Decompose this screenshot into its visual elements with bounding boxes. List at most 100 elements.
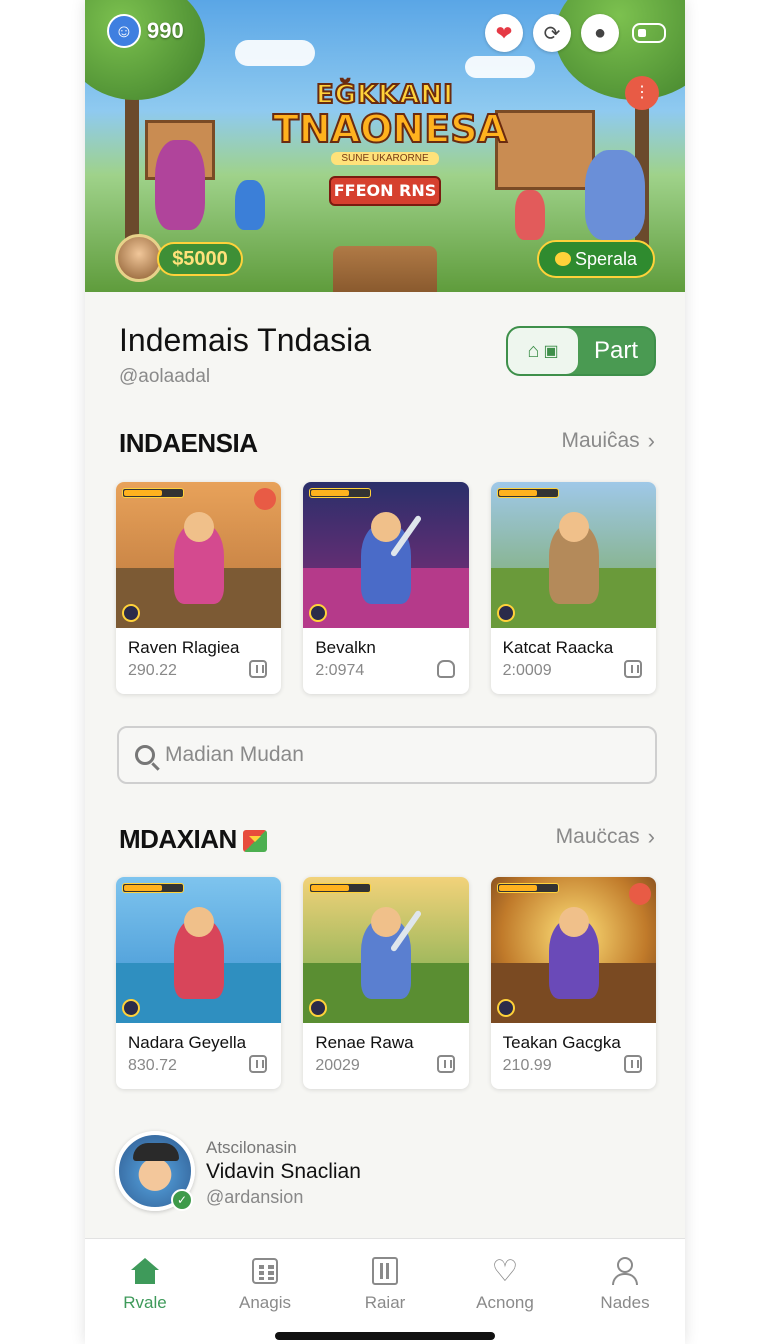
nav-item-home[interactable]: Rvale xyxy=(85,1239,205,1344)
game-card[interactable]: Renae Rawa 20029 xyxy=(303,877,469,1089)
chevron-right-icon: › xyxy=(647,824,655,849)
top-actions: ❤ ⟳ ● xyxy=(485,14,669,52)
card-meta: 2:0009 xyxy=(502,662,552,679)
cart-icon[interactable] xyxy=(436,660,455,678)
goblin-character xyxy=(235,180,265,230)
special-pill-label: Sperala xyxy=(574,248,638,269)
nav-label: Raiar xyxy=(364,1293,406,1312)
coin-icon xyxy=(554,252,571,266)
nav-label: Acnong xyxy=(476,1293,534,1312)
genie-character xyxy=(585,150,645,240)
coin-value: 990 xyxy=(147,18,184,43)
nav-item-document[interactable]: Raiar xyxy=(325,1239,445,1344)
health-bar xyxy=(309,488,372,498)
more-icon[interactable]: ⋮ xyxy=(625,76,659,110)
heart-icon: ♡ xyxy=(491,1254,519,1288)
chat-icon[interactable]: ● xyxy=(581,14,619,52)
cloud-decoration xyxy=(235,40,315,66)
heart-icon[interactable]: ❤ xyxy=(485,14,523,52)
part-button[interactable]: ⌂ ▣ Part xyxy=(506,326,656,376)
toggle-icon[interactable] xyxy=(629,14,669,52)
nav-item-user[interactable]: Nades xyxy=(565,1239,685,1344)
health-bar xyxy=(122,488,184,498)
game-thumbnail xyxy=(490,877,656,1023)
section-title-text: MDAXIAN xyxy=(119,824,237,854)
skill-icon xyxy=(122,604,140,622)
nav-label: Rvale xyxy=(123,1293,167,1312)
hat-shape xyxy=(133,1143,179,1161)
search-input[interactable] xyxy=(165,743,625,767)
badge-icon xyxy=(628,883,651,905)
part-button-label: Part xyxy=(593,337,638,364)
game-thumbnail xyxy=(490,482,656,628)
card-meta: 210.99 xyxy=(502,1057,552,1074)
trash-icon[interactable] xyxy=(249,660,268,678)
bottom-nav: Rvale Anagis Raiar ♡ Acnong Nades xyxy=(85,1238,685,1344)
card-title: Renae Rawa xyxy=(315,1033,414,1052)
document-icon xyxy=(369,1255,401,1287)
game-card[interactable]: Nadara Geyella 830.72 xyxy=(116,877,282,1089)
home-icon xyxy=(129,1255,161,1287)
card-meta: 2:0974 xyxy=(315,662,365,679)
coin-icon: ☺ xyxy=(107,14,141,48)
game-thumbnail xyxy=(303,877,469,1023)
nav-item-heart[interactable]: ♡ Acnong xyxy=(445,1239,565,1344)
character-head xyxy=(184,512,214,542)
card-title: Bevalkn xyxy=(315,638,376,657)
game-card[interactable]: Raven Rlagiea 290.22 xyxy=(116,482,282,694)
card-title: Nadara Geyella xyxy=(128,1033,247,1052)
card-title: Katcat Raacka xyxy=(502,638,614,657)
grid-icon xyxy=(249,1255,281,1287)
nav-label: Nades xyxy=(600,1293,650,1312)
player-avatar[interactable] xyxy=(115,234,163,282)
creator-name[interactable]: Vidavin Snaclian xyxy=(206,1160,361,1184)
event-banner: FFEON RNS xyxy=(329,176,441,206)
card-title: Raven Rlagiea xyxy=(128,638,240,657)
trash-icon[interactable] xyxy=(436,1055,455,1073)
section-more-label: Mauiĉas xyxy=(561,429,640,452)
search-bar[interactable] xyxy=(117,726,657,784)
refresh-icon[interactable]: ⟳ xyxy=(533,14,571,52)
flag-icon xyxy=(242,830,267,853)
coin-counter[interactable]: ☺ 990 xyxy=(107,14,184,48)
health-bar xyxy=(496,883,559,893)
chevron-right-icon: › xyxy=(647,428,655,453)
section-more-link[interactable]: Mauiĉas › xyxy=(561,428,655,454)
character-head xyxy=(558,512,589,542)
game-card-row: Nadara Geyella 830.72 Renae Rawa 20029 T… xyxy=(116,877,656,1089)
home-indicator[interactable] xyxy=(275,1332,495,1340)
logo-line-1: EĞKKANI xyxy=(315,79,454,111)
skill-icon xyxy=(122,999,140,1017)
user-icon xyxy=(609,1255,641,1287)
house-decoration xyxy=(495,110,595,190)
skill-icon xyxy=(496,999,515,1017)
health-bar xyxy=(122,883,184,893)
game-card-row: Raven Rlagiea 290.22 Bevalkn 2:0974 Katc… xyxy=(116,482,656,694)
verified-icon: ✓ xyxy=(171,1189,193,1211)
hero-banner[interactable]: EĞKKANI TNAONESA SUNE UKARORNE FFEON RNS… xyxy=(85,0,685,292)
nav-item-grid[interactable]: Anagis xyxy=(205,1239,325,1344)
game-thumbnail xyxy=(303,482,469,628)
skill-icon xyxy=(496,604,515,622)
section-more-link[interactable]: Mauc̈cas › xyxy=(556,824,655,850)
game-card[interactable]: Teakan Gacgka 210.99 xyxy=(490,877,656,1089)
creator-handle: @ardansion xyxy=(206,1187,304,1207)
game-card[interactable]: Katcat Raacka 2:0009 xyxy=(490,482,656,694)
trash-icon[interactable] xyxy=(623,1055,642,1073)
game-thumbnail xyxy=(116,877,282,1023)
game-card[interactable]: Bevalkn 2:0974 xyxy=(303,482,469,694)
page-title: Indemais Tndasia xyxy=(119,322,371,358)
price-pill[interactable]: $5000 xyxy=(157,242,243,276)
special-pill[interactable]: Sperala xyxy=(537,240,655,278)
character-head xyxy=(184,907,214,937)
profile-handle: @aolaadal xyxy=(119,366,211,387)
section-title: MDAXIAN xyxy=(119,824,267,855)
trash-icon[interactable] xyxy=(249,1055,268,1073)
cloud-decoration xyxy=(465,56,535,78)
card-meta: 20029 xyxy=(315,1057,360,1074)
trash-icon[interactable] xyxy=(623,660,642,678)
character-head xyxy=(558,907,589,937)
nav-label: Anagis xyxy=(239,1293,291,1312)
app-screen: EĞKKANI TNAONESA SUNE UKARORNE FFEON RNS… xyxy=(85,0,685,1344)
tree-stump xyxy=(333,246,437,292)
